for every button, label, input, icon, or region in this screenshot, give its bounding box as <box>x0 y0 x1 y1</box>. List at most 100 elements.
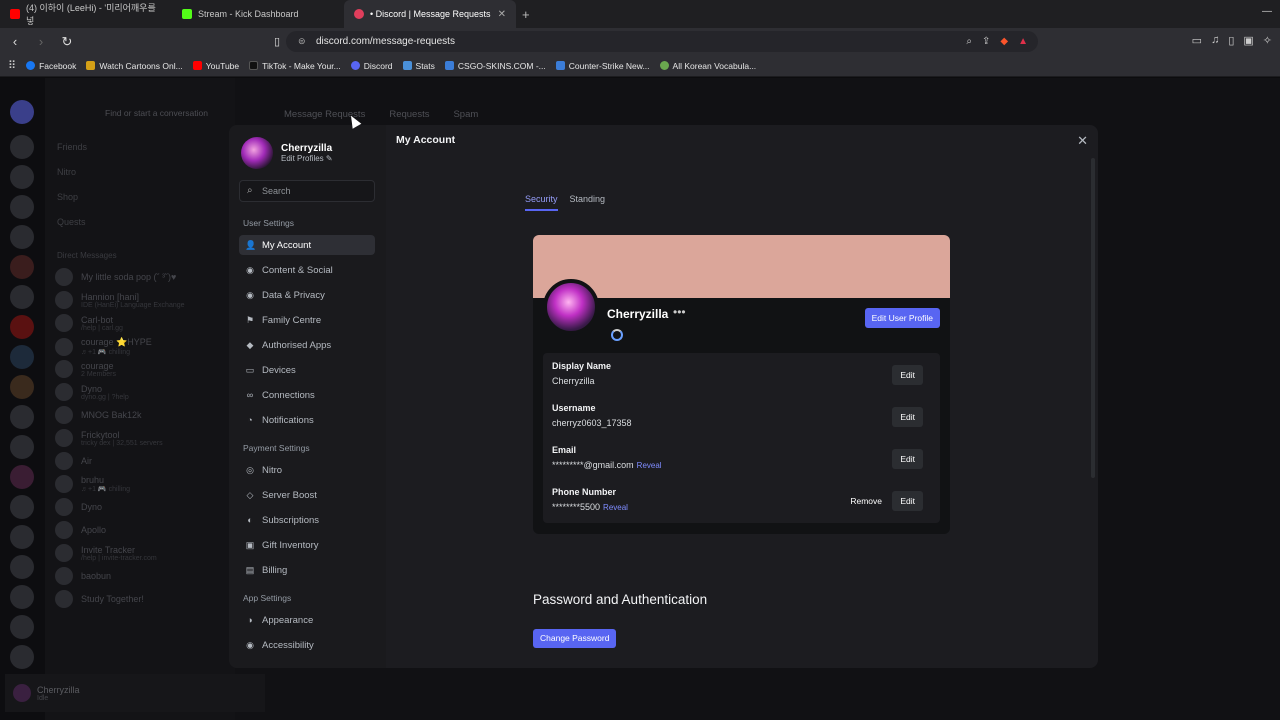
server-icon[interactable] <box>10 315 34 339</box>
nav-shop[interactable]: Shop <box>57 192 78 202</box>
edit-button[interactable]: Edit <box>892 365 923 385</box>
server-icon[interactable] <box>10 615 34 639</box>
dm-list-item[interactable]: Study Together! <box>55 590 144 608</box>
share-icon[interactable]: ⇪ <box>982 31 990 52</box>
nav-nitro[interactable]: Nitro <box>57 167 76 177</box>
reveal-link[interactable]: Reveal <box>603 503 628 512</box>
server-icon[interactable] <box>10 285 34 309</box>
brave-shield-icon[interactable]: ◆ <box>1000 31 1008 52</box>
bookmark-tiktok[interactable]: TikTok - Make Your... <box>249 61 341 71</box>
settings-nav-data-privacy[interactable]: ◉ Data & Privacy <box>239 285 375 305</box>
close-icon[interactable]: ✕ <box>1077 133 1088 149</box>
edit-button[interactable]: Edit <box>892 449 923 469</box>
apps-icon[interactable]: ⠿ <box>8 59 16 72</box>
dm-list-item[interactable]: Carl-bot/help | carl.gg <box>55 314 123 332</box>
browser-tab-discord[interactable]: • Discord | Message Requests ✕ <box>344 0 516 28</box>
server-icon[interactable] <box>10 345 34 369</box>
nav-quests[interactable]: Quests <box>57 217 86 227</box>
url-field[interactable]: ⊜ discord.com/message-requests ⌕ ⇪ ◆ ▲ <box>286 31 1038 52</box>
settings-nav-notifications[interactable]: ◔ Notifications <box>239 410 375 430</box>
dm-list-item[interactable]: Frickytool tricky dex | 32,551 servers <box>55 429 163 447</box>
bookmark-icon[interactable]: ▯ <box>266 35 288 48</box>
bookmark-cartoons[interactable]: Watch Cartoons Onl... <box>86 61 183 71</box>
server-icon[interactable] <box>10 465 34 489</box>
forward-icon[interactable]: › <box>30 34 52 49</box>
edit-user-profile-button[interactable]: Edit User Profile <box>864 308 940 328</box>
tab-security[interactable]: Security <box>525 194 558 211</box>
server-icon[interactable] <box>10 195 34 219</box>
server-icon[interactable] <box>10 645 34 669</box>
bookmark-korean-vocab[interactable]: All Korean Vocabula... <box>659 61 756 71</box>
settings-nav-devices[interactable]: ▭ Devices <box>239 360 375 380</box>
bookmark-facebook[interactable]: Facebook <box>26 61 76 71</box>
sidebar-icon[interactable]: ▭ <box>1192 34 1202 47</box>
settings-nav-connections[interactable]: ∞ Connections <box>239 385 375 405</box>
settings-nav-nitro[interactable]: ◎ Nitro <box>239 460 375 480</box>
dm-list-item[interactable]: MNOG Bak12k <box>55 406 142 424</box>
settings-nav-family-centre[interactable]: ⚑ Family Centre <box>239 310 375 330</box>
server-icon[interactable] <box>10 165 34 189</box>
bookmark-stats[interactable]: Stats <box>402 61 435 71</box>
edit-profiles-link[interactable]: Edit Profiles ✎ <box>281 154 333 163</box>
settings-nav-my-account[interactable]: 👤 My Account <box>239 235 375 255</box>
zoom-icon[interactable]: ⌕ <box>966 31 972 52</box>
back-icon[interactable]: ‹ <box>4 34 26 49</box>
server-icon[interactable] <box>10 225 34 249</box>
dm-list-item[interactable]: courage 2 Members <box>55 360 116 378</box>
site-info-icon[interactable]: ⊜ <box>298 31 306 52</box>
leo-icon[interactable]: ✧ <box>1263 34 1272 47</box>
server-icon[interactable] <box>10 405 34 429</box>
browser-tab-youtube[interactable]: (4) 이하이 (LeeHi) - '미리어깨우를넣 <box>0 0 172 28</box>
reload-icon[interactable]: ↻ <box>56 34 78 50</box>
server-icon[interactable] <box>10 435 34 459</box>
find-conversation-input[interactable]: Find or start a conversation <box>105 108 208 118</box>
settings-nav-authorised-apps[interactable]: ◆ Authorised Apps <box>239 335 375 355</box>
edit-button[interactable]: Edit <box>892 491 923 511</box>
browser-tab-kick[interactable]: Stream - Kick Dashboard <box>172 0 344 28</box>
tab-standing[interactable]: Standing <box>570 194 606 211</box>
dm-list-item[interactable]: My little soda pop (˘ ³˘)♥ <box>55 268 176 286</box>
more-options-icon[interactable]: ••• <box>673 305 686 319</box>
close-tab-icon[interactable]: ✕ <box>498 9 506 20</box>
new-tab-icon[interactable]: + <box>522 7 530 22</box>
wallet-icon[interactable]: ▣ <box>1243 34 1253 47</box>
dm-list-item[interactable]: Air <box>55 452 92 470</box>
settings-nav-accessibility[interactable]: ◉ Accessibility <box>239 635 375 655</box>
server-icon[interactable] <box>10 495 34 519</box>
dm-list-item[interactable]: Apollo <box>55 521 106 539</box>
bookmark-youtube[interactable]: YouTube <box>192 61 239 71</box>
settings-nav-billing[interactable]: ▤ Billing <box>239 560 375 580</box>
reading-list-icon[interactable]: ▯ <box>1228 34 1234 47</box>
avatar[interactable] <box>13 684 31 702</box>
settings-nav-appearance[interactable]: ◑ Appearance <box>239 610 375 630</box>
tab-spam[interactable]: Spam <box>453 109 478 120</box>
server-icon[interactable] <box>10 375 34 399</box>
dm-list-item[interactable]: Dyno dyno.gg | ?help <box>55 383 129 401</box>
settings-nav-subscriptions[interactable]: ◐ Subscriptions <box>239 510 375 530</box>
nav-friends[interactable]: Friends <box>57 142 87 152</box>
dm-list-item[interactable]: bruhu ♬+1 🎮 chilling <box>55 475 130 493</box>
bookmark-csgo-skins[interactable]: CSGO-SKINS.COM -... <box>444 61 546 71</box>
bookmark-discord[interactable]: Discord <box>350 61 393 71</box>
discord-home-icon[interactable] <box>10 100 34 124</box>
settings-nav-server-boost[interactable]: ◇ Server Boost <box>239 485 375 505</box>
dm-list-item[interactable]: Dyno <box>55 498 102 516</box>
scrollbar[interactable] <box>1091 158 1095 478</box>
dm-list-item[interactable]: courage ⭐HYPE ♬+1 🎮 chilling <box>55 337 152 356</box>
minimize-icon[interactable]: — <box>1262 6 1272 17</box>
music-icon[interactable]: ♫ <box>1211 34 1219 47</box>
settings-profile[interactable]: Cherryzilla Edit Profiles ✎ <box>241 137 333 169</box>
edit-button[interactable]: Edit <box>892 407 923 427</box>
brave-rewards-icon[interactable]: ▲ <box>1018 31 1028 52</box>
server-icon[interactable] <box>10 135 34 159</box>
dm-list-item[interactable]: Invite Tracker/help | invite-tracker.com <box>55 544 157 562</box>
dm-list-item[interactable]: Hannion [hani] IDE (HanEi) Language Excha… <box>55 291 185 309</box>
change-password-button[interactable]: Change Password <box>533 629 617 648</box>
dm-list-item[interactable]: baobun <box>55 567 111 585</box>
bookmark-counter-strike[interactable]: Counter-Strike New... <box>555 61 650 71</box>
remove-button[interactable]: Remove <box>844 491 888 511</box>
settings-nav-content-social[interactable]: ◉ Content & Social <box>239 260 375 280</box>
server-icon[interactable] <box>10 585 34 609</box>
reveal-link[interactable]: Reveal <box>637 461 662 470</box>
settings-nav-gift-inventory[interactable]: ▣ Gift Inventory <box>239 535 375 555</box>
